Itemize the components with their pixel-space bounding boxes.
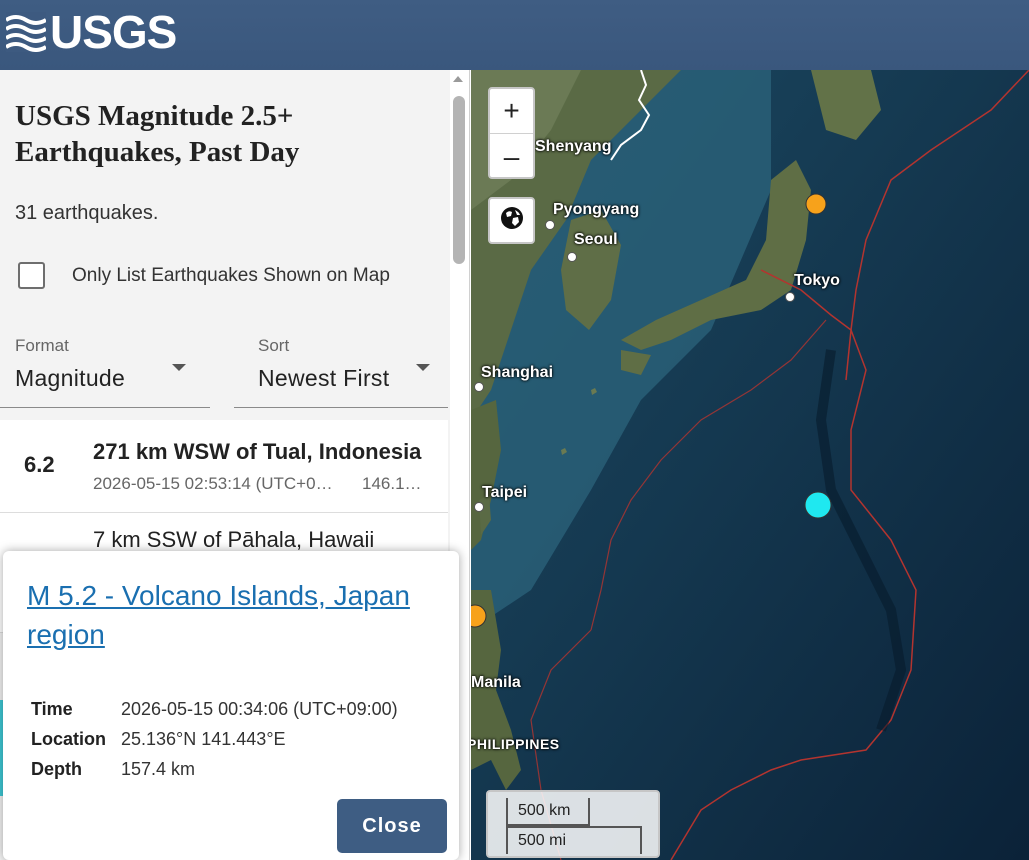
country-label-philippines: PHILIPPINES	[471, 736, 560, 752]
format-select[interactable]: Format Magnitude	[0, 332, 210, 408]
usgs-earthquake-app: USGS USGS Magnitude 2.5+ Earthquakes, Pa…	[0, 0, 1029, 860]
format-value[interactable]: Magnitude	[15, 365, 125, 392]
earthquake-depth: 146.1 km	[362, 474, 424, 493]
earthquake-time: 2026-05-15 02:53:14 (UTC+09:00)	[93, 474, 338, 493]
detail-label: Location	[31, 729, 106, 749]
detail-row-time: Time 2026-05-15 00:34:06 (UTC+09:00)	[31, 699, 398, 729]
city-marker	[474, 382, 484, 392]
close-button[interactable]: Close	[337, 799, 447, 853]
usgs-logo[interactable]: USGS	[6, 6, 177, 58]
earthquake-detail-link[interactable]: M 5.2 - Volcano Islands, Japan region	[27, 576, 427, 654]
scroll-up-arrow-icon[interactable]	[453, 76, 463, 82]
zoom-out-button[interactable]: –	[490, 134, 533, 177]
only-shown-on-map-option[interactable]: Only List Earthquakes Shown on Map	[18, 262, 390, 289]
site-header: USGS	[0, 0, 1029, 70]
city-label-seoul: Seoul	[574, 231, 618, 248]
detail-value: 2026-05-15 00:34:06 (UTC+09:00)	[121, 699, 398, 719]
city-marker	[474, 502, 484, 512]
city-label-manila: Manila	[471, 674, 521, 691]
only-shown-on-map-checkbox[interactable]	[18, 262, 45, 289]
earthquake-count: 31 earthquakes.	[15, 202, 159, 224]
earthquake-place[interactable]: 271 km WSW of Tual, Indonesia	[93, 439, 423, 465]
detail-label: Depth	[31, 759, 82, 779]
detail-row-location: Location 25.136°N 141.443°E	[31, 729, 398, 759]
basemap-layers-button[interactable]	[488, 197, 535, 244]
earthquake-list-item[interactable]: 6.2 271 km WSW of Tual, Indonesia 2026-0…	[0, 420, 448, 513]
page-title: USGS Magnitude 2.5+ Earthquakes, Past Da…	[15, 100, 300, 168]
earthquake-marker[interactable]	[805, 193, 827, 215]
city-label-shenyang: Shenyang	[535, 138, 612, 155]
only-shown-on-map-label[interactable]: Only List Earthquakes Shown on Map	[72, 265, 390, 287]
zoom-control: + –	[488, 87, 535, 179]
format-dropdown-icon[interactable]	[172, 364, 186, 371]
scale-mi: 500 mi	[506, 826, 642, 854]
detail-value: 157.4 km	[121, 759, 196, 779]
map-scale-bar: 500 km 500 mi	[486, 790, 660, 858]
sort-select[interactable]: Sort Newest First	[234, 332, 448, 408]
earthquake-detail-table: Time 2026-05-15 00:34:06 (UTC+09:00) Loc…	[31, 699, 398, 789]
globe-icon	[499, 205, 525, 236]
city-label-taipei: Taipei	[482, 484, 528, 501]
zoom-in-button[interactable]: +	[490, 89, 533, 134]
logo-text: USGS	[50, 6, 177, 58]
scale-km: 500 km	[506, 798, 590, 826]
sort-value[interactable]: Newest First	[258, 365, 389, 392]
earthquake-detail-popup: M 5.2 - Volcano Islands, Japan region Ti…	[3, 551, 459, 860]
selected-earthquake-marker[interactable]	[804, 491, 832, 519]
detail-row-depth: Depth 157.4 km	[31, 759, 398, 789]
city-marker	[567, 252, 577, 262]
detail-value: 25.136°N 141.443°E	[121, 729, 286, 749]
city-marker	[545, 220, 555, 230]
usgs-wave-icon	[6, 12, 46, 52]
detail-label: Time	[31, 699, 73, 719]
city-label-tokyo: Tokyo	[794, 272, 840, 289]
sort-dropdown-icon[interactable]	[416, 364, 430, 371]
city-label-shanghai: Shanghai	[481, 364, 554, 381]
list-scrollbar-thumb[interactable]	[453, 96, 465, 264]
city-label-pyongyang: Pyongyang	[553, 201, 640, 218]
format-label: Format	[15, 336, 69, 355]
earthquake-place[interactable]: 7 km SSW of Pāhala, Hawaii	[93, 527, 423, 553]
earthquake-magnitude: 6.2	[24, 452, 55, 477]
city-marker	[785, 292, 795, 302]
map-view[interactable]: Shenyang Pyongyang Seoul Tokyo Shanghai …	[471, 70, 1029, 860]
sort-label: Sort	[258, 336, 290, 355]
